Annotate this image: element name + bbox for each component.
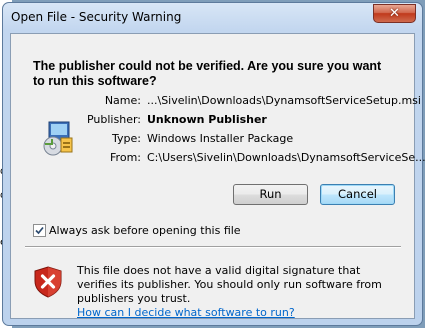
always-ask-checkbox[interactable] xyxy=(33,224,46,237)
publisher-value: Unknown Publisher xyxy=(147,113,267,126)
run-button[interactable]: Run xyxy=(233,184,308,205)
warning-text: This file does not have a valid digital … xyxy=(77,264,382,305)
warning-heading: The publisher could not be verified. Are… xyxy=(33,59,382,88)
close-icon: ✕ xyxy=(389,6,400,21)
from-value: C:\Users\Sivelin\Downloads\DynamsoftServ… xyxy=(147,151,425,164)
divider xyxy=(25,246,401,248)
from-label: From: xyxy=(110,151,141,164)
windows-installer-package-icon xyxy=(43,121,73,156)
security-warning-dialog: Open File - Security Warning ✕ The publi… xyxy=(2,2,425,326)
always-ask-label[interactable]: Always ask before opening this file xyxy=(49,224,241,237)
close-button[interactable]: ✕ xyxy=(373,4,416,23)
name-value: ...\Sivelin\Downloads\DynamsoftServiceSe… xyxy=(147,94,421,107)
title-bar[interactable]: Open File - Security Warning ✕ xyxy=(3,3,422,33)
publisher-label: Publisher: xyxy=(86,113,141,126)
name-label: Name: xyxy=(104,94,141,107)
checkmark-icon xyxy=(35,226,44,235)
cancel-button[interactable]: Cancel xyxy=(320,184,395,205)
dialog-content: The publisher could not be verified. Are… xyxy=(10,33,425,320)
warning-message: This file does not have a valid digital … xyxy=(77,264,402,320)
red-shield-x-icon xyxy=(34,266,62,298)
window-title: Open File - Security Warning xyxy=(11,10,182,24)
type-label: Type: xyxy=(112,132,141,145)
help-link[interactable]: How can I decide what software to run? xyxy=(77,306,295,319)
type-value: Windows Installer Package xyxy=(147,132,294,145)
